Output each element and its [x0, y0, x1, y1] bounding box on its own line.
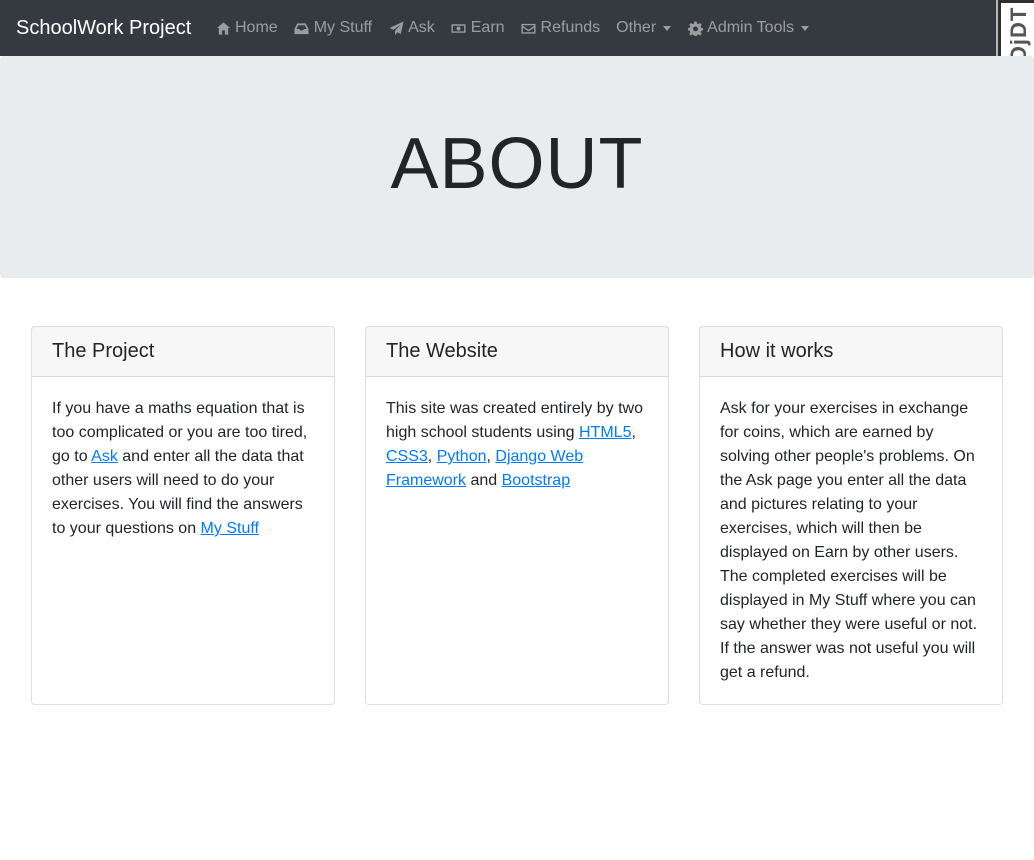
- nav-item-label: Other: [616, 19, 657, 36]
- card-text: and: [466, 472, 502, 489]
- card-title: The Project: [32, 327, 334, 377]
- my-stuff-link[interactable]: My Stuff: [201, 520, 259, 537]
- css3-link[interactable]: CSS3: [386, 448, 428, 465]
- nav-item-earn[interactable]: Earn: [443, 8, 513, 48]
- card-text: ,: [631, 424, 636, 441]
- card-the-project: The Project If you have a maths equation…: [31, 326, 335, 705]
- python-link[interactable]: Python: [437, 448, 487, 465]
- envelope-icon: [521, 20, 537, 36]
- top-navbar: SchoolWork Project Home My Stuff Ask Ear…: [0, 0, 1034, 56]
- nav-item-label: Ask: [408, 19, 435, 36]
- bootstrap-link[interactable]: Bootstrap: [502, 472, 570, 489]
- card-title: The Website: [366, 327, 668, 377]
- navbar-menu: Home My Stuff Ask Earn Refunds Other Adm…: [207, 0, 817, 56]
- card-title: How it works: [700, 327, 1002, 377]
- card-how-it-works: How it works Ask for your exercises in e…: [699, 326, 1003, 705]
- inbox-icon: [294, 20, 310, 36]
- nav-item-label: Refunds: [540, 19, 601, 36]
- card-body: If you have a maths equation that is too…: [32, 377, 334, 561]
- chevron-down-icon: [663, 25, 672, 31]
- card-text: Ask for your exercises in exchange for c…: [720, 400, 978, 681]
- nav-item-label: Earn: [470, 19, 505, 36]
- card-body: This site was created entirely by two hi…: [366, 377, 668, 513]
- paper-plane-icon: [388, 20, 404, 36]
- nav-item-label: My Stuff: [313, 19, 373, 36]
- money-bill-icon: [451, 20, 467, 36]
- navbar-brand[interactable]: SchoolWork Project: [16, 16, 191, 40]
- nav-dropdown-admin-tools[interactable]: Admin Tools: [679, 8, 817, 48]
- nav-dropdown-other[interactable]: Other: [608, 8, 679, 48]
- home-icon: [215, 20, 231, 36]
- card-the-website: The Website This site was created entire…: [365, 326, 669, 705]
- ask-link[interactable]: Ask: [91, 448, 118, 465]
- chevron-down-icon: [801, 25, 810, 31]
- jumbotron: ABOUT: [0, 56, 1034, 278]
- nav-item-refunds[interactable]: Refunds: [513, 8, 609, 48]
- nav-item-label: Admin Tools: [707, 19, 795, 36]
- html5-link[interactable]: HTML5: [579, 424, 631, 441]
- nav-item-my-stuff[interactable]: My Stuff: [286, 8, 380, 48]
- card-body: Ask for your exercises in exchange for c…: [700, 377, 1002, 705]
- nav-item-home[interactable]: Home: [207, 8, 286, 48]
- page-title: ABOUT: [390, 124, 644, 204]
- nav-item-label: Home: [235, 19, 278, 36]
- card-text: ,: [427, 448, 437, 465]
- nav-item-ask[interactable]: Ask: [380, 8, 443, 48]
- gear-icon: [687, 20, 703, 36]
